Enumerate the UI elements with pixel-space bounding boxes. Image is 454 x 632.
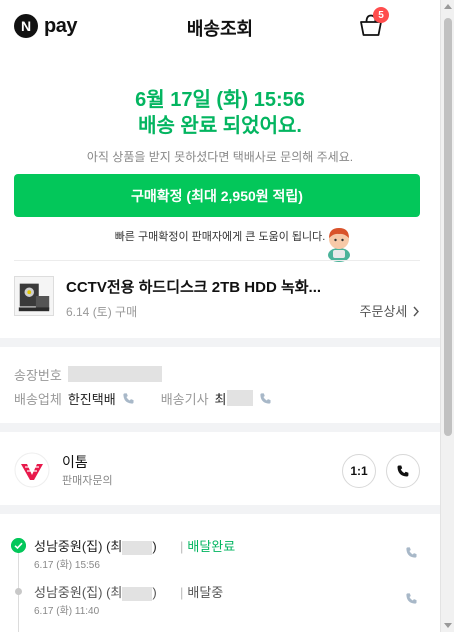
driver-label: 배송기사 [160,391,209,407]
timeline-status: | 배달완료 [180,539,236,554]
order-detail-link[interactable]: 주문상세 [360,301,420,320]
shipping-info: 송장번호 배송업체 한진택배 배송기사 최 [14,362,420,410]
tracking-label: 송장번호 [14,367,62,383]
delivered-message: 배송 완료 되었어요. [138,115,302,137]
product-thumbnail [14,276,54,316]
mascot-character-icon [328,228,350,262]
timeline-item: 성남중원(집) (최) 6.17 (화) 11:40 | 배달중 [0,568,440,617]
confirm-tip: 빠른 구매확정이 판매자에게 큰 도움이 됩니다. [114,231,326,243]
seller-logo [14,452,50,488]
delivery-status: 6월 17일 (화) 15:56 배송 완료 되었어요. 아직 상품을 받지 못… [0,87,440,165]
order-date: 6.14 (토) 구매 [66,305,138,319]
phone-icon[interactable] [259,392,272,405]
section-divider [0,505,440,514]
section-divider [0,423,440,432]
seller-info: 이톰 판매자문의 1:1 [14,446,420,494]
check-icon [11,538,26,553]
product-item[interactable]: CCTV전용 하드디스크 2TB HDD 녹화... 6.14 (토) 구매 주… [14,276,420,320]
section-divider [0,338,440,347]
scrollbar-thumb[interactable] [444,18,452,436]
carrier-label: 배송업체 [14,391,62,407]
purchase-confirm-button[interactable]: 구매확정 (최대 2,950원 적립) [14,174,420,217]
chevron-right-icon [413,306,419,317]
phone-icon[interactable] [405,592,418,605]
seller-inquiry-label: 판매자문의 [62,475,113,487]
driver-name: 최 [214,391,227,407]
scroll-down-arrow-icon[interactable] [444,623,452,628]
cart-count-badge: 5 [373,7,389,23]
divider [14,260,420,261]
delivered-datetime: 6월 17일 (화) 15:56 [135,89,305,111]
tracking-number-redacted [67,366,162,382]
phone-icon[interactable] [405,546,418,559]
header: N pay 배송조회 5 [0,0,440,54]
chat-1on1-button[interactable]: 1:1 [342,454,376,488]
delivery-tracking-page: N pay 배송조회 5 6월 17일 (화) 15:56 배송 완료 되었어요… [0,0,440,632]
timeline-dot [15,588,22,595]
carrier-name: 한진택배 [67,391,116,407]
status-subtext: 아직 상품을 받지 못하셨다면 택배사로 문의해 주세요. [86,150,354,164]
scroll-up-arrow-icon[interactable] [444,4,452,9]
timeline-place: 성남중원(집) (최) [34,585,157,601]
seller-name: 이톰 [62,454,88,470]
redacted-name [122,540,153,555]
timeline-status: | 배달중 [180,585,224,600]
phone-icon[interactable] [122,392,135,405]
call-seller-button[interactable] [386,454,420,488]
timeline-place: 성남중원(집) (최) [34,539,157,555]
product-name: CCTV전용 하드디스크 2TB HDD 녹화... [66,279,322,296]
timeline-item: 성남중원(집) (최) 6.17 (화) 15:56 | 배달완료 [0,522,440,571]
redacted-name [122,586,153,601]
tracking-number-row: 송장번호 [14,362,420,386]
phone-icon [397,465,409,477]
timeline-time: 6.17 (화) 11:40 [34,606,100,617]
driver-name-redacted [226,390,253,406]
delivery-timeline: 성남중원(집) (최) 6.17 (화) 15:56 | 배달완료 성남중원(집)… [0,514,440,632]
vertical-scrollbar[interactable] [440,0,454,632]
cart-button[interactable]: 5 [358,7,389,38]
carrier-row: 배송업체 한진택배 배송기사 최 [14,386,420,410]
